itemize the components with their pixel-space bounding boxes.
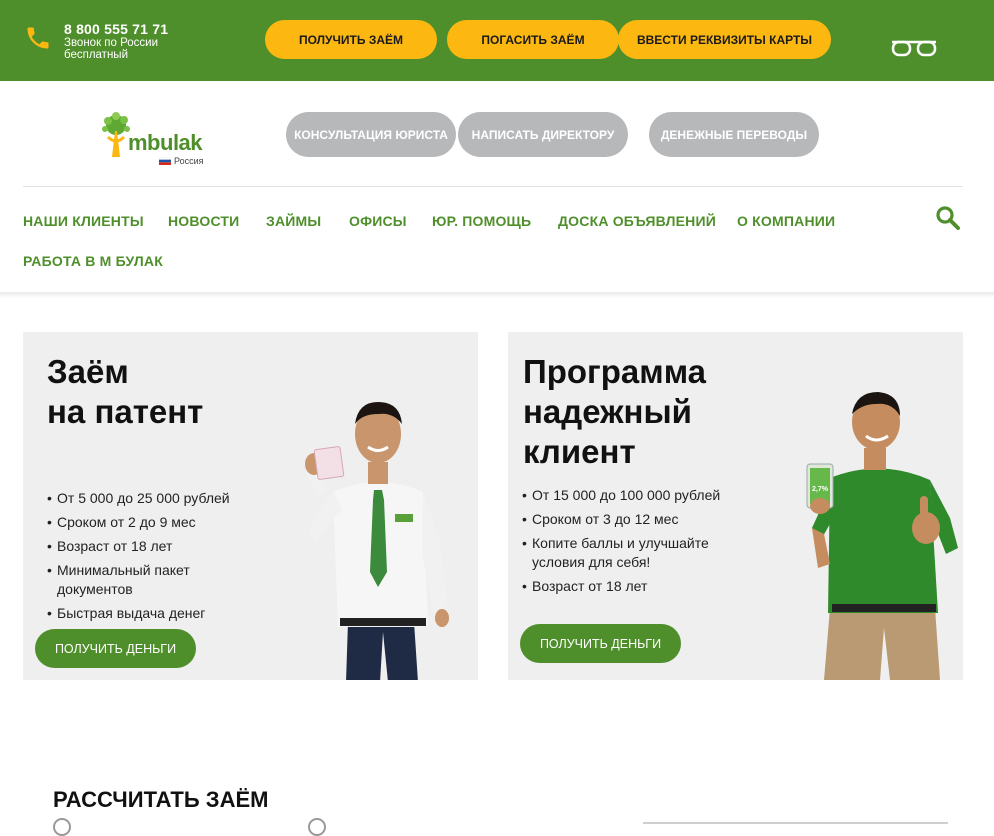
list-item: От 5 000 до 25 000 рублей — [47, 489, 267, 508]
list-item: Сроком от 3 до 12 мес — [522, 510, 727, 529]
nav-shadow — [0, 292, 994, 298]
card-title-line: на патент — [47, 393, 204, 430]
nav-our-clients[interactable]: НАШИ КЛИЕНТЫ — [23, 213, 144, 229]
write-director-button[interactable]: НАПИСАТЬ ДИРЕКТОРУ — [458, 112, 628, 157]
nav-careers[interactable]: РАБОТА В М БУЛАК — [23, 253, 163, 269]
russia-flag-icon — [159, 157, 171, 165]
phone-icon[interactable] — [24, 23, 52, 53]
search-icon[interactable] — [935, 205, 961, 231]
list-item: Возраст от 18 лет — [522, 577, 727, 596]
list-item: Сроком от 2 до 9 мес — [47, 513, 267, 532]
list-item: Возраст от 18 лет — [47, 537, 267, 556]
list-item: От 15 000 до 100 000 рублей — [522, 486, 727, 505]
nav-news[interactable]: НОВОСТИ — [168, 213, 239, 229]
glasses-icon[interactable] — [890, 39, 938, 59]
nav-offices[interactable]: ОФИСЫ — [349, 213, 407, 229]
man-holding-card-image — [305, 402, 449, 680]
nav-about-company[interactable]: О КОМПАНИИ — [737, 213, 835, 229]
card-title-line: Программа — [523, 353, 707, 390]
list-item: Минимальный пакет документов — [47, 561, 267, 599]
man-with-phone-image: 2,7% — [806, 392, 958, 680]
top-bar: 8 800 555 71 71 Звонок по России бесплат… — [0, 0, 994, 81]
card-bullets: От 5 000 до 25 000 рублей Сроком от 2 до… — [47, 489, 267, 628]
radio-button[interactable] — [308, 818, 326, 836]
header-divider — [23, 186, 963, 187]
radio-button[interactable] — [53, 818, 71, 836]
card-title-line: Заём — [47, 353, 129, 390]
card-title-line: клиент — [523, 433, 636, 470]
money-transfers-button[interactable]: ДЕНЕЖНЫЕ ПЕРЕВОДЫ — [649, 112, 819, 157]
nav-legal-help[interactable]: ЮР. ПОМОЩЬ — [432, 213, 531, 229]
patent-loan-card: Заём на патент От 5 000 до 25 000 рублей… — [23, 332, 478, 680]
calculator-title: РАССЧИТАТЬ ЗАЁМ — [53, 787, 269, 812]
enter-card-details-button[interactable]: ВВЕСТИ РЕКВИЗИТЫ КАРТЫ — [618, 20, 831, 59]
get-loan-button[interactable]: ПОЛУЧИТЬ ЗАЁМ — [265, 20, 437, 59]
phone-number[interactable]: 8 800 555 71 71 — [64, 21, 168, 37]
get-money-button[interactable]: ПОЛУЧИТЬ ДЕНЬГИ — [35, 629, 196, 668]
nav-bulletin-board[interactable]: ДОСКА ОБЪЯВЛЕНИЙ — [558, 213, 716, 229]
repay-loan-button[interactable]: ПОГАСИТЬ ЗАЁМ — [447, 20, 619, 59]
list-item: Быстрая выдача денег — [47, 604, 267, 623]
card-bullets: От 15 000 до 100 000 рублей Сроком от 3 … — [522, 486, 727, 601]
phone-screen-text: 2,7% — [812, 486, 829, 493]
logo-text[interactable]: mbulak — [128, 130, 203, 156]
get-money-button[interactable]: ПОЛУЧИТЬ ДЕНЬГИ — [520, 624, 681, 663]
lawyer-consultation-button[interactable]: КОНСУЛЬТАЦИЯ ЮРИСТА — [286, 112, 456, 157]
list-item: Копите баллы и улучшайте условия для себ… — [522, 534, 727, 572]
nav-loans[interactable]: ЗАЙМЫ — [266, 213, 321, 229]
phone-caption: Звонок по России бесплатный — [64, 37, 159, 61]
logo-country: Россия — [174, 156, 204, 166]
reliable-client-card: Программа надежный клиент От 15 000 до 1… — [508, 332, 963, 680]
card-title-line: надежный — [523, 393, 692, 430]
